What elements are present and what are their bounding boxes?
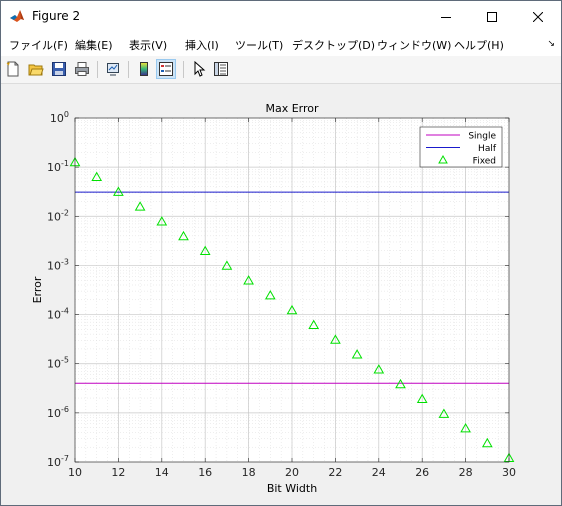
insert-legend-icon [159,62,173,76]
insert-colorbar-icon [140,62,148,76]
save-button[interactable] [49,59,69,79]
y-tick-label: 10-7 [47,454,69,469]
menu-overflow-icon[interactable]: ↘ [547,39,555,49]
save-icon [52,62,66,76]
y-axis-label: Error [31,276,44,303]
x-tick-label: 12 [111,466,125,479]
x-tick-label: 18 [242,466,256,479]
menu-desktop[interactable]: デスクトップ(D) [292,37,375,53]
menu-window[interactable]: ウィンドウ(W) [377,37,451,53]
figure-toolbar [1,56,561,84]
legend-label-single: Single [468,132,496,142]
menu-tools[interactable]: ツール(T) [235,37,283,53]
edit-plot-icon [194,61,206,77]
chart-title: Max Error [265,102,319,115]
menu-edit[interactable]: 編集(E) [75,37,113,53]
x-tick-label: 24 [372,466,386,479]
error-plot[interactable]: 10 12 14 16 18 20 22 24 26 28 30 10-7 10-6 10-5 10-4 10… [1,84,561,505]
toolbar-separator [183,61,184,78]
open-file-icon [28,64,44,76]
menu-bar: ファイル(F) 編集(E) 表示(V) 挿入(I) ツール(T) デスクトップ(… [1,32,561,56]
print-button[interactable] [72,59,92,79]
figure-window: Figure 2 ファイル(F) 編集(E) 表示(V) 挿入(I) ツール(T… [0,0,562,506]
y-tick-label: 10-4 [47,307,69,322]
legend[interactable]: Single Half Fixed [419,126,503,168]
property-inspector-icon [214,62,228,76]
y-tick-label: 10-3 [47,257,69,272]
maximize-button[interactable] [469,1,515,32]
minimize-icon [441,16,451,18]
y-tick-label: 10-2 [47,208,69,223]
link-plot-button[interactable] [103,59,123,79]
menu-insert[interactable]: 挿入(I) [185,37,219,53]
close-button[interactable] [515,1,561,32]
y-tick-label: 10-5 [47,356,69,371]
close-icon [533,11,543,22]
y-tick-label: 10-1 [47,159,69,174]
x-tick-label: 16 [198,466,212,479]
y-tick-label: 100 [50,110,69,125]
x-tick-label: 14 [155,466,169,479]
x-tick-label: 20 [285,466,299,479]
menu-file[interactable]: ファイル(F) [9,37,68,53]
new-figure-icon [6,61,19,77]
print-icon [75,62,89,76]
figure-canvas[interactable]: 10 12 14 16 18 20 22 24 26 28 30 10-7 10-6 10-5 10-4 10… [1,84,561,505]
x-tick-label: 30 [502,466,516,479]
new-figure-button[interactable] [3,59,23,79]
y-tick-label: 10-6 [47,405,69,420]
maximize-icon [487,11,497,22]
toolbar-separator [128,61,129,78]
toolbar-separator [97,61,98,78]
x-tick-label: 22 [328,466,342,479]
x-tick-label: 28 [459,466,473,479]
legend-label-fixed: Fixed [473,157,496,167]
link-plot-icon [107,63,119,76]
menu-view[interactable]: 表示(V) [129,37,167,53]
matlab-logo-icon [9,8,25,24]
legend-label-half: Half [478,144,497,154]
open-file-button[interactable] [26,59,46,79]
edit-plot-button[interactable] [189,59,209,79]
property-inspector-button[interactable] [211,59,231,79]
title-bar[interactable]: Figure 2 [1,1,561,32]
insert-legend-button[interactable] [156,59,176,79]
x-tick-label: 26 [415,466,429,479]
insert-colorbar-button[interactable] [134,59,154,79]
window-title: Figure 2 [32,9,81,23]
minimize-button[interactable] [423,1,469,32]
x-axis-label: Bit Width [267,482,317,495]
menu-help[interactable]: ヘルプ(H) [454,37,504,53]
x-tick-label: 10 [68,466,82,479]
